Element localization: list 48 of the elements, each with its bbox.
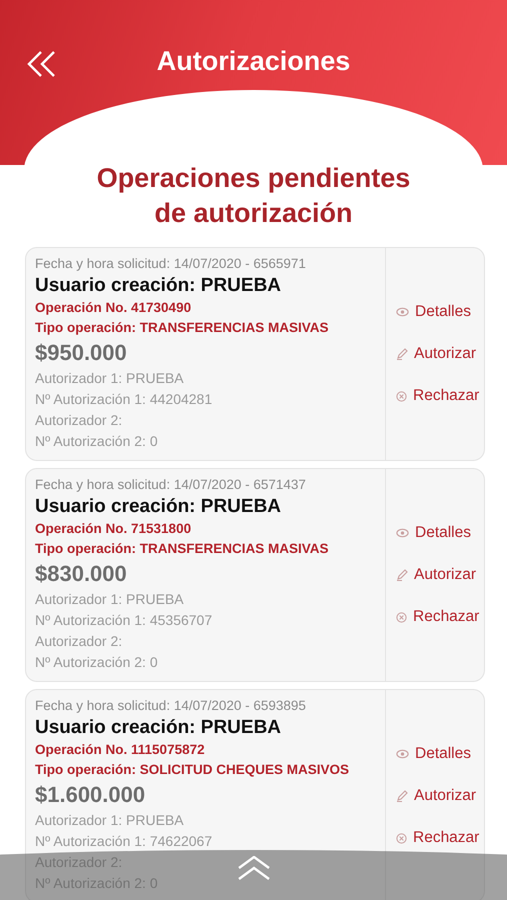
authorization-detail: Autorizador 1: PRUEBA bbox=[35, 369, 184, 388]
operation-type: Tipo operación: TRANSFERENCIAS MASIVAS bbox=[35, 540, 329, 558]
reject-button[interactable]: Rechazar bbox=[396, 604, 484, 630]
pencil-icon bbox=[396, 348, 408, 360]
operation-number: Operación No. 71531800 bbox=[35, 520, 192, 538]
amount: $1.600.000 bbox=[35, 781, 146, 809]
cancel-circle-icon bbox=[396, 390, 407, 402]
double-chevron-left-icon[interactable] bbox=[27, 51, 57, 77]
authorization-detail: Autorizador 1: PRUEBA bbox=[35, 811, 184, 830]
section-heading: Operaciones pendientes bbox=[96, 162, 410, 195]
authorize-button[interactable]: Autorizar bbox=[396, 341, 484, 367]
request-date: Fecha y hora solicitud: 14/07/2020 - 6565971 bbox=[35, 255, 306, 273]
authorization-detail: Nº Autorización 1: 74622067 bbox=[35, 832, 212, 851]
authorization-detail: Autorizador 2: bbox=[35, 632, 122, 651]
authorization-detail: Nº Autorización 2: 0 bbox=[35, 653, 158, 672]
authorization-detail: Autorizador 2: bbox=[35, 411, 122, 430]
request-date: Fecha y hora solicitud: 14/07/2020 - 6571437 bbox=[35, 476, 306, 494]
eye-icon bbox=[396, 307, 409, 317]
pencil-icon bbox=[396, 569, 408, 581]
details-button[interactable]: Detalles bbox=[396, 299, 484, 325]
creator-user: Usuario creación: PRUEBA bbox=[35, 274, 282, 298]
request-date: Fecha y hora solicitud: 14/07/2020 - 6593895 bbox=[35, 697, 306, 715]
authorize-button[interactable]: Autorizar bbox=[396, 562, 484, 588]
creator-user: Usuario creación: PRUEBA bbox=[35, 716, 282, 740]
authorization-detail: Nº Autorización 2: 0 bbox=[35, 432, 158, 451]
eye-icon bbox=[396, 749, 409, 759]
screen-title: Autorizaciones bbox=[156, 46, 350, 77]
operation-number: Operación No. 41730490 bbox=[35, 299, 192, 317]
operation-type: Tipo operación: SOLICITUD CHEQUES MASIVOS bbox=[35, 761, 350, 779]
double-chevron-up-icon[interactable] bbox=[236, 856, 270, 880]
amount: $830.000 bbox=[35, 560, 127, 588]
authorize-button[interactable]: Autorizar bbox=[396, 783, 484, 809]
section-heading: de autorización bbox=[154, 197, 353, 230]
pencil-icon bbox=[396, 790, 408, 802]
eye-icon bbox=[396, 528, 409, 538]
reject-button[interactable]: Rechazar bbox=[396, 825, 484, 851]
cancel-circle-icon bbox=[396, 832, 407, 844]
cancel-circle-icon bbox=[396, 612, 407, 622]
amount: $950.000 bbox=[35, 339, 127, 367]
authorization-detail: Nº Autorización 1: 45356707 bbox=[35, 611, 212, 630]
creator-user: Usuario creación: PRUEBA bbox=[35, 495, 282, 519]
reject-button[interactable]: Rechazar bbox=[396, 383, 484, 409]
operation-number: Operación No. 1115075872 bbox=[35, 741, 205, 759]
authorization-detail: Nº Autorización 1: 44204281 bbox=[35, 390, 212, 409]
details-button[interactable]: Detalles bbox=[396, 741, 484, 767]
operation-type: Tipo operación: TRANSFERENCIAS MASIVAS bbox=[35, 319, 329, 337]
details-button[interactable]: Detalles bbox=[396, 520, 484, 546]
authorization-detail: Autorizador 1: PRUEBA bbox=[35, 590, 184, 609]
